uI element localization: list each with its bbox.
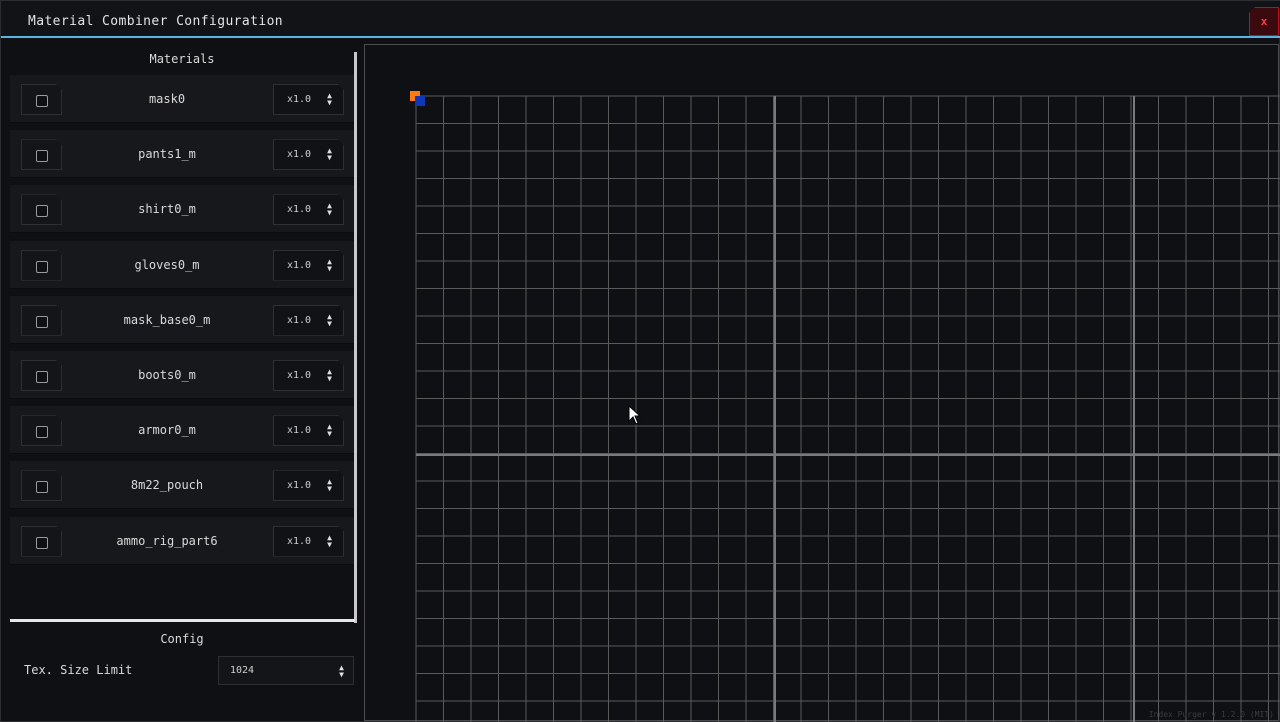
material-scale-value: x1.0 <box>287 314 312 326</box>
close-button[interactable]: x <box>1249 7 1279 36</box>
material-checkbox-frame[interactable] <box>21 139 62 170</box>
material-name: shirt0_m <box>138 202 196 217</box>
materials-heading: Materials <box>149 52 215 66</box>
tex-size-select[interactable]: 1024 ▲ ▼ <box>218 656 354 685</box>
material-name: gloves0_m <box>134 257 200 272</box>
mouse-pointer-icon <box>628 405 642 425</box>
material-scale-select[interactable]: x1.0 ▲ ▼ <box>273 250 344 281</box>
checkbox-icon[interactable] <box>36 261 48 273</box>
checkbox-icon[interactable] <box>36 371 48 383</box>
checkbox-icon[interactable] <box>36 537 48 549</box>
window-title: Material Combiner Configuration <box>28 14 284 29</box>
panel-divider <box>10 619 355 622</box>
material-scale-value: x1.0 <box>287 94 312 105</box>
material-row: pants1_m x1.0 ▲ ▼ <box>10 130 354 179</box>
checkbox-icon[interactable] <box>36 205 48 217</box>
material-scale-select[interactable]: x1.0 ▲ ▼ <box>273 305 344 336</box>
checkbox-icon[interactable] <box>36 150 48 162</box>
material-scale-value: x1.0 <box>287 204 312 216</box>
material-row: boots0_m x1.0 ▲ ▼ <box>10 351 354 399</box>
tex-size-label: Tex. Size Limit <box>24 663 133 677</box>
material-scale-select[interactable]: x1.0 ▲ ▼ <box>273 194 344 225</box>
material-row: gloves0_m x1.0 ▲ ▼ <box>10 240 354 289</box>
updown-arrows-icon: ▲ ▼ <box>327 91 332 107</box>
material-checkbox-frame[interactable] <box>21 360 62 391</box>
material-row: mask0 x1.0 ▲ ▼ <box>10 75 354 123</box>
atlas-preview[interactable]: Index Purger v 1.2.0 (MIT) <box>364 44 1280 722</box>
updown-arrows-icon: ▲ ▼ <box>339 663 344 679</box>
config-heading: Config <box>160 632 204 646</box>
material-scale-value: x1.0 <box>287 480 312 492</box>
material-scale-value: x1.0 <box>287 149 312 161</box>
material-scale-select[interactable]: x1.0 ▲ ▼ <box>273 470 344 501</box>
material-scale-select[interactable]: x1.0 ▲ ▼ <box>273 526 344 557</box>
updown-arrows-icon: ▲ ▼ <box>327 477 332 494</box>
material-checkbox-frame[interactable] <box>21 250 62 281</box>
material-name: armor0_m <box>138 423 196 438</box>
updown-arrows-icon: ▲ ▼ <box>327 256 332 273</box>
footer-text: Index Purger v 1.2.0 (MIT) <box>1148 710 1274 719</box>
close-icon: x <box>1260 15 1268 28</box>
material-checkbox-frame[interactable] <box>21 526 62 557</box>
updown-arrows-icon: ▲ ▼ <box>327 146 332 163</box>
material-checkbox-frame[interactable] <box>21 84 62 115</box>
material-scale-select[interactable]: x1.0 ▲ ▼ <box>273 415 344 446</box>
material-name: pants1_m <box>138 147 196 162</box>
material-name: 8m22_pouch <box>130 478 204 493</box>
material-scale-value: x1.0 <box>287 425 312 437</box>
material-row: mask_base0_m x1.0 ▲ ▼ <box>10 295 354 344</box>
updown-arrows-icon: ▲ ▼ <box>327 311 332 328</box>
updown-arrows-icon: ▲ ▼ <box>327 422 332 439</box>
material-scale-select[interactable]: x1.0 ▲ ▼ <box>273 84 344 115</box>
tex-size-value: 1024 <box>230 665 255 676</box>
checkbox-icon[interactable] <box>36 426 48 438</box>
checkbox-icon[interactable] <box>36 95 48 107</box>
title-bar: Material Combiner Configuration x <box>1 1 1280 38</box>
updown-arrows-icon: ▲ ▼ <box>327 532 332 549</box>
material-row: armor0_m x1.0 ▲ ▼ <box>10 406 354 455</box>
updown-arrows-icon: ▲ ▼ <box>327 201 332 218</box>
material-row: ammo_rig_part6 x1.0 ▲ ▼ <box>10 516 354 565</box>
material-combiner-window: Material Combiner Configuration x Materi… <box>0 0 1280 722</box>
updown-arrows-icon: ▲ ▼ <box>327 367 332 383</box>
materials-scrollbar[interactable] <box>354 52 357 623</box>
checkbox-icon[interactable] <box>36 481 48 493</box>
checkbox-icon[interactable] <box>36 316 48 328</box>
material-checkbox-frame[interactable] <box>21 305 62 336</box>
material-scale-value: x1.0 <box>287 259 312 271</box>
material-checkbox-frame[interactable] <box>21 415 62 446</box>
atlas-grid <box>415 95 1280 722</box>
material-name: ammo_rig_part6 <box>116 533 218 548</box>
material-scale-select[interactable]: x1.0 ▲ ▼ <box>273 139 344 170</box>
materials-panel: Materials mask0 x1.0 ▲ ▼ pants1_m x1.0 ▲ ▼ shirt… <box>10 45 354 623</box>
material-scale-value: x1.0 <box>287 535 312 547</box>
material-marker-blue[interactable] <box>415 96 425 106</box>
material-checkbox-frame[interactable] <box>21 470 62 501</box>
material-scale-select[interactable]: x1.0 ▲ ▼ <box>273 360 344 391</box>
material-row: 8m22_pouch x1.0 ▲ ▼ <box>10 461 354 510</box>
material-row: shirt0_m x1.0 ▲ ▼ <box>10 185 354 234</box>
material-name: mask_base0_m <box>123 312 211 327</box>
material-name: mask0 <box>148 92 186 106</box>
material-scale-value: x1.0 <box>287 370 312 381</box>
material-checkbox-frame[interactable] <box>21 194 62 225</box>
material-name: boots0_m <box>138 368 196 382</box>
